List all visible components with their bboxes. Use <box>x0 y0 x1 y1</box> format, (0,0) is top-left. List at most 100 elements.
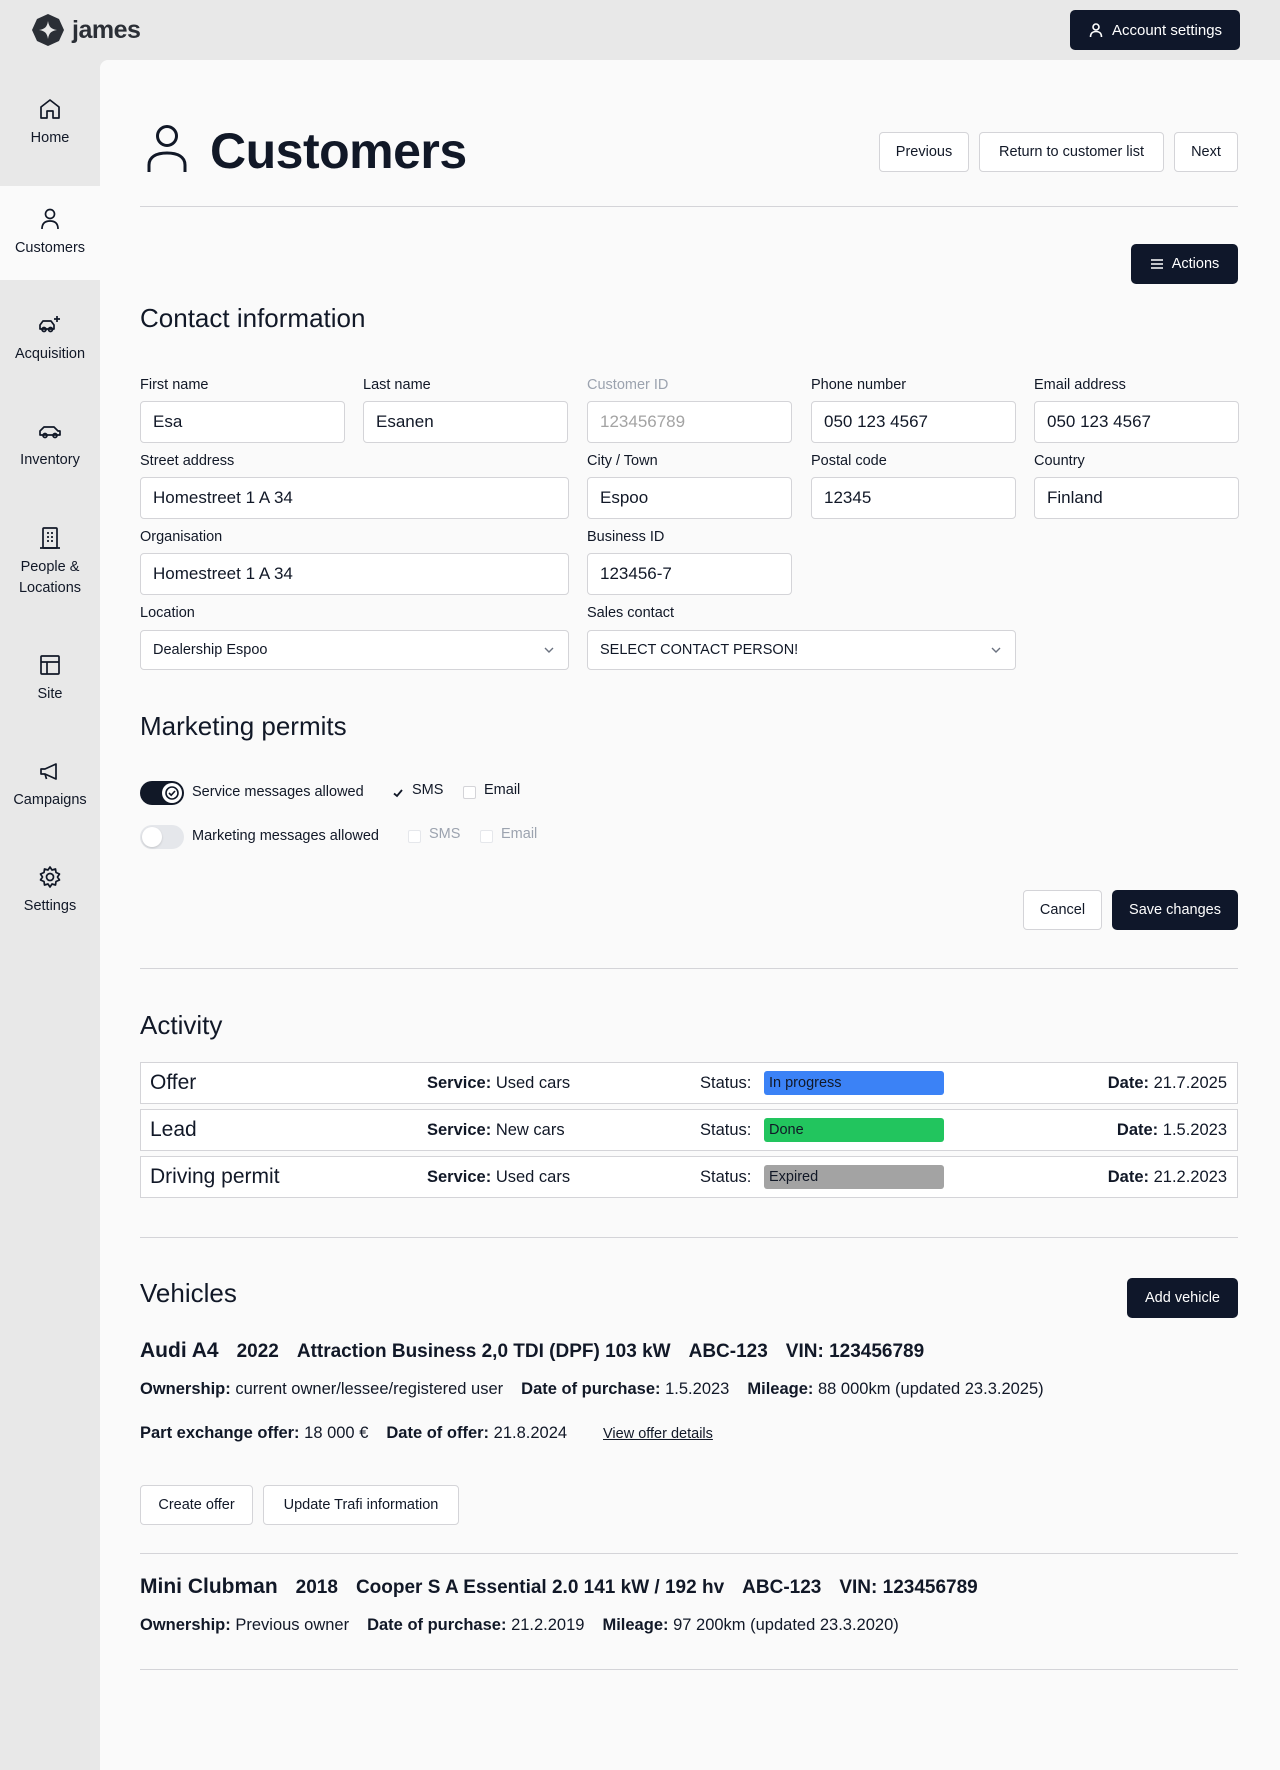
actions-button[interactable]: Actions <box>1131 244 1238 284</box>
car-icon <box>39 426 61 439</box>
building-icon <box>40 527 60 549</box>
vehicles-heading: Vehicles <box>140 1278 237 1308</box>
city-label: City / Town <box>587 453 658 469</box>
vehicle-year: 2018 <box>295 1577 338 1598</box>
location-label: Location <box>140 605 195 621</box>
status-label: Status: <box>700 1074 752 1092</box>
create-offer-button[interactable]: Create offer <box>140 1485 253 1525</box>
activity-type: Offer <box>150 1071 197 1094</box>
add-vehicle-button[interactable]: Add vehicle <box>1127 1278 1238 1318</box>
sales-contact-label: Sales contact <box>587 605 675 621</box>
phone-label: Phone number <box>811 377 907 393</box>
vehicle-offer-details: Part exchange offer: 18 000 € Date of off… <box>140 1424 568 1442</box>
sales-contact-select[interactable]: SELECT CONTACT PERSON! <box>587 630 1016 670</box>
account-settings-button[interactable]: Account settings <box>1070 10 1240 50</box>
email-label: Email address <box>1034 377 1126 393</box>
street-field[interactable]: Homestreet 1 A 34 <box>140 477 569 519</box>
home-icon <box>40 99 60 120</box>
service-messages-toggle[interactable] <box>140 781 184 805</box>
activity-row[interactable]: Offer Service: Used cars Status: In prog… <box>140 1062 1238 1104</box>
sidebar-item-inventory[interactable]: Inventory <box>0 398 100 492</box>
vehicle-title: Audi A4 2022 Attraction Business 2,0 TDI (… <box>140 1339 942 1363</box>
customer-id-label: Customer ID <box>587 377 669 393</box>
organisation-field[interactable]: Homestreet 1 A 34 <box>140 553 569 595</box>
toggle-knob <box>162 783 182 803</box>
service-sms-checkbox[interactable] <box>391 786 404 799</box>
vehicle-model: Audi A4 <box>140 1339 219 1362</box>
country-label: Country <box>1034 453 1085 469</box>
service-email-checkbox[interactable] <box>463 786 476 799</box>
sidebar-item-customers[interactable]: Customers <box>0 186 100 280</box>
cancel-button[interactable]: Cancel <box>1023 890 1102 930</box>
activity-row[interactable]: Driving permit Service: Used cars Status… <box>140 1156 1238 1198</box>
city-field[interactable]: Espoo <box>587 477 792 519</box>
organisation-label: Organisation <box>140 529 223 545</box>
update-trafi-button[interactable]: Update Trafi information <box>263 1485 459 1525</box>
sidebar-item-site[interactable]: Site <box>0 632 100 726</box>
return-to-list-button[interactable]: Return to customer list <box>979 132 1164 172</box>
vehicle-year: 2022 <box>236 1341 279 1362</box>
status-badge: Done <box>764 1118 944 1142</box>
app-name: james <box>72 15 141 44</box>
activity-type: Lead <box>150 1118 197 1141</box>
sidebar-item-home[interactable]: Home <box>0 80 100 166</box>
vehicle-variant: Attraction Business 2,0 TDI (DPF) 103 kW <box>296 1341 671 1362</box>
phone-field[interactable]: 050 123 4567 <box>811 401 1016 443</box>
vehicle-details: Ownership: current owner/lessee/register… <box>140 1380 1044 1398</box>
status-badge: In progress <box>764 1071 944 1095</box>
chevron-down-icon <box>991 647 1001 653</box>
divider <box>140 206 1238 207</box>
marketing-email-checkbox[interactable] <box>480 830 493 843</box>
sidebar: Home Customers Acquisition Inventory Peo… <box>0 60 100 1770</box>
main-panel: Customers Previous Return to customer li… <box>100 60 1280 1770</box>
car-plus-icon <box>39 316 60 333</box>
activity-service: Service: New cars <box>427 1121 565 1139</box>
layout-icon <box>40 655 60 676</box>
sidebar-item-campaigns[interactable]: Campaigns <box>0 738 100 832</box>
service-email-label: Email <box>484 782 521 798</box>
view-offer-details-link[interactable]: View offer details <box>603 1426 713 1442</box>
toggle-knob <box>142 827 162 847</box>
activity-date: Date: 21.2.2023 <box>1107 1168 1227 1186</box>
save-changes-button[interactable]: Save changes <box>1112 890 1238 930</box>
marketing-messages-toggle[interactable] <box>140 825 184 849</box>
activity-heading: Activity <box>140 1010 223 1040</box>
activity-date: Date: 1.5.2023 <box>1116 1121 1227 1139</box>
previous-button[interactable]: Previous <box>879 132 969 172</box>
sidebar-item-people-locations[interactable]: People & Locations <box>0 504 100 620</box>
top-bar: james Account settings <box>0 0 1280 60</box>
country-field[interactable]: Finland <box>1034 477 1239 519</box>
contact-heading: Contact information <box>140 303 366 333</box>
service-sms-label: SMS <box>412 782 444 798</box>
vehicle-plate: ABC-123 <box>742 1577 822 1598</box>
divider <box>140 1237 1238 1238</box>
activity-service: Service: Used cars <box>427 1168 571 1186</box>
activity-row[interactable]: Lead Service: New cars Status: Done Date… <box>140 1109 1238 1151</box>
page-title: Customers <box>210 123 467 179</box>
vehicle-model: Mini Clubman <box>140 1575 278 1598</box>
divider <box>140 1553 1238 1554</box>
service-messages-label: Service messages allowed <box>192 784 364 800</box>
app-logo[interactable]: james <box>30 12 141 48</box>
status-badge: Expired <box>764 1165 944 1189</box>
customer-page-icon <box>147 125 187 172</box>
check-icon <box>392 788 403 797</box>
vehicle-variant: Cooper S A Essential 2.0 141 kW / 192 hv <box>355 1577 725 1598</box>
vehicle-title: Mini Clubman 2018 Cooper S A Essential 2.0… <box>140 1575 996 1599</box>
postal-field[interactable]: 12345 <box>811 477 1016 519</box>
sidebar-item-acquisition[interactable]: Acquisition <box>0 292 100 386</box>
first-name-field[interactable]: Esa <box>140 401 345 443</box>
sidebar-item-settings[interactable]: Settings <box>0 844 100 938</box>
next-button[interactable]: Next <box>1174 132 1238 172</box>
location-select[interactable]: Dealership Espoo <box>140 630 569 670</box>
first-name-label: First name <box>140 377 209 393</box>
marketing-sms-checkbox[interactable] <box>408 830 421 843</box>
business-id-field[interactable]: 123456-7 <box>587 553 792 595</box>
street-label: Street address <box>140 453 235 469</box>
last-name-field[interactable]: Esanen <box>363 401 568 443</box>
last-name-label: Last name <box>363 377 431 393</box>
check-icon <box>165 786 179 800</box>
email-field[interactable]: 050 123 4567 <box>1034 401 1239 443</box>
vehicle-details: Ownership: Previous owner Date of purchas… <box>140 1616 899 1634</box>
vehicle-vin: VIN: 123456789 <box>839 1577 978 1598</box>
